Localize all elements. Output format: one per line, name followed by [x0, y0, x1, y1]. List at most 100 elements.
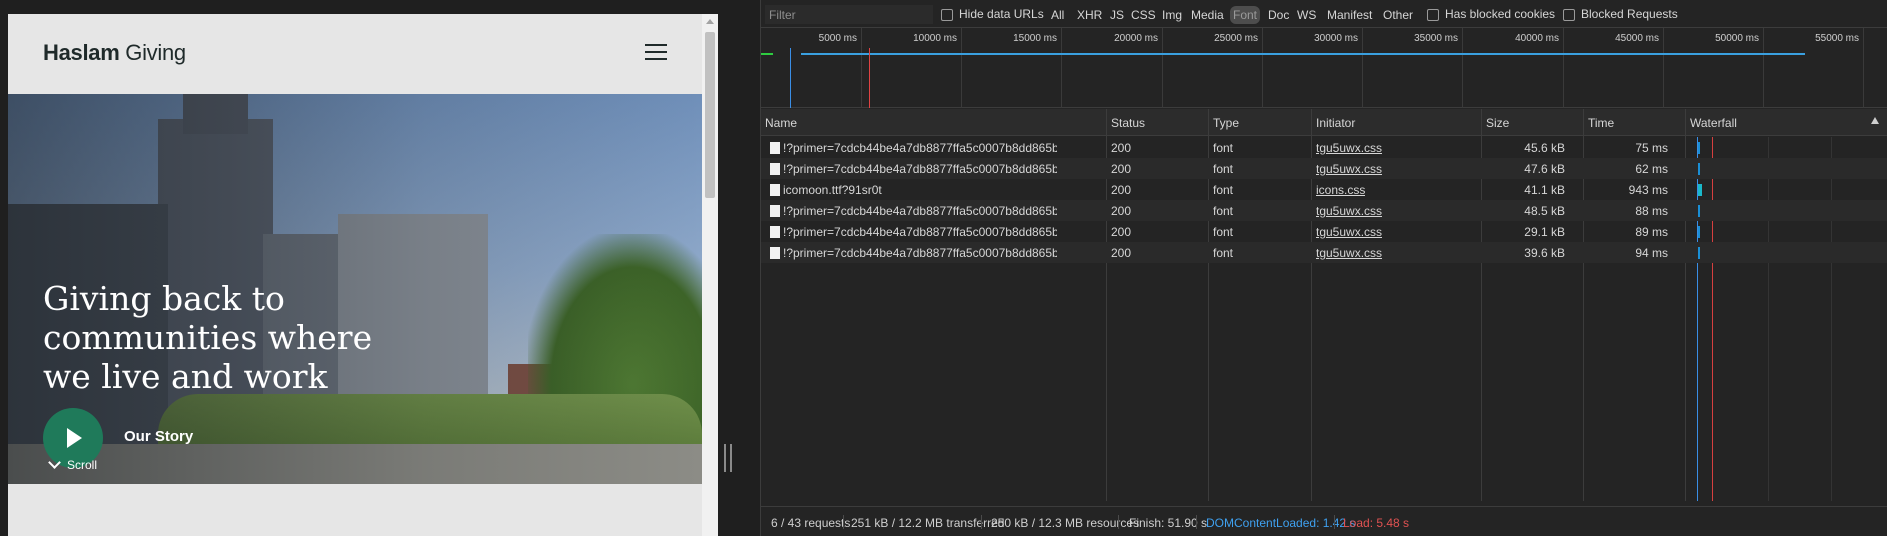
request-name: !?primer=7cdcb44be4a7db8877ffa5c0007b8dd… — [783, 246, 1057, 260]
column-name[interactable]: Name — [765, 116, 797, 130]
request-type: font — [1213, 141, 1234, 155]
filter-input[interactable] — [765, 5, 933, 24]
column-size[interactable]: Size — [1486, 116, 1509, 130]
type-filter-font[interactable]: Font — [1230, 6, 1261, 24]
request-name: !?primer=7cdcb44be4a7db8877ffa5c0007b8dd… — [783, 162, 1057, 176]
timeline-overview[interactable]: 5000 ms 10000 ms 15000 ms 20000 ms 25000… — [761, 28, 1887, 108]
file-icon — [770, 205, 780, 217]
column-waterfall[interactable]: Waterfall — [1690, 116, 1737, 130]
waterfall-bar — [1698, 163, 1700, 175]
type-filter-js[interactable]: JS — [1108, 6, 1126, 24]
overview-tick: 35000 ms — [1414, 33, 1458, 44]
table-row[interactable]: !?primer=7cdcb44be4a7db8877ffa5c0007b8dd… — [761, 137, 1887, 158]
load-time: Load: 5.48 s — [1343, 516, 1410, 530]
column-initiator[interactable]: Initiator — [1316, 116, 1355, 130]
column-time[interactable]: Time — [1588, 116, 1614, 130]
type-filter-media[interactable]: Media — [1189, 6, 1226, 24]
request-status: 200 — [1111, 225, 1132, 239]
request-initiator-link[interactable]: tgu5uwx.css — [1316, 162, 1382, 176]
request-initiator-link[interactable]: tgu5uwx.css — [1316, 141, 1382, 155]
scroll-label: Scroll — [67, 458, 98, 472]
overview-download-bar — [801, 53, 1805, 55]
request-time: 94 ms — [1635, 246, 1668, 260]
request-status: 200 — [1111, 162, 1132, 176]
page-scrollbar[interactable] — [702, 14, 718, 536]
site-logo[interactable]: Haslam Giving — [43, 40, 186, 66]
our-story-link[interactable]: Our Story — [124, 428, 193, 445]
scrollbar-thumb[interactable] — [705, 32, 715, 198]
request-status: 200 — [1111, 141, 1132, 155]
type-filter-other[interactable]: Other — [1381, 6, 1415, 24]
request-type: font — [1213, 204, 1234, 218]
request-size: 29.1 kB — [1524, 225, 1565, 239]
request-time: 88 ms — [1635, 204, 1668, 218]
request-initiator-link[interactable]: tgu5uwx.css — [1316, 246, 1382, 260]
column-type[interactable]: Type — [1213, 116, 1239, 130]
request-time: 943 ms — [1628, 183, 1668, 197]
request-initiator-link[interactable]: icons.css — [1316, 183, 1365, 197]
logo-bold: Haslam — [43, 40, 120, 65]
request-name: icomoon.ttf?91sr0t — [783, 183, 882, 197]
table-row[interactable]: icomoon.ttf?91sr0t 200 font icons.css 41… — [761, 179, 1887, 200]
play-icon — [67, 428, 82, 448]
type-filter-xhr[interactable]: XHR — [1075, 6, 1104, 24]
request-initiator-link[interactable]: tgu5uwx.css — [1316, 204, 1382, 218]
sort-ascending-icon[interactable] — [1871, 117, 1879, 124]
overview-tick: 5000 ms — [818, 33, 857, 44]
file-icon — [770, 142, 780, 154]
request-time: 75 ms — [1635, 141, 1668, 155]
request-status: 200 — [1111, 246, 1132, 260]
hamburger-menu-icon[interactable] — [645, 44, 667, 62]
overview-tick: 50000 ms — [1715, 33, 1759, 44]
waterfall-bar — [1698, 205, 1700, 217]
hide-data-urls-checkbox[interactable]: Hide data URLs — [941, 7, 1044, 21]
viewport-resize-handle[interactable] — [724, 444, 732, 472]
request-type: font — [1213, 225, 1234, 239]
blocked-requests-checkbox[interactable]: Blocked Requests — [1563, 7, 1678, 21]
request-initiator-link[interactable]: tgu5uwx.css — [1316, 225, 1382, 239]
overview-domcontentloaded-marker — [790, 48, 791, 108]
table-row[interactable]: !?primer=7cdcb44be4a7db8877ffa5c0007b8dd… — [761, 221, 1887, 242]
request-name: !?primer=7cdcb44be4a7db8877ffa5c0007b8dd… — [783, 204, 1057, 218]
request-size: 45.6 kB — [1524, 141, 1565, 155]
table-row[interactable]: !?primer=7cdcb44be4a7db8877ffa5c0007b8dd… — [761, 242, 1887, 263]
waterfall-bar — [1698, 226, 1700, 238]
request-type: font — [1213, 183, 1234, 197]
column-status[interactable]: Status — [1111, 116, 1145, 130]
file-icon — [770, 247, 780, 259]
overview-tick: 55000 ms — [1815, 33, 1859, 44]
overview-waiting-bar — [761, 53, 773, 55]
requests-table-header: Name Status Type Initiator Size Time Wat… — [761, 109, 1887, 136]
table-row[interactable]: !?primer=7cdcb44be4a7db8877ffa5c0007b8dd… — [761, 158, 1887, 179]
overview-load-marker — [869, 48, 870, 108]
request-name: !?primer=7cdcb44be4a7db8877ffa5c0007b8dd… — [783, 225, 1057, 239]
file-icon — [770, 226, 780, 238]
request-time: 89 ms — [1635, 225, 1668, 239]
type-filter-css[interactable]: CSS — [1129, 6, 1158, 24]
scroll-down-link[interactable]: Scroll — [48, 456, 98, 472]
resources-size: 250 kB / 12.3 MB resources — [991, 516, 1140, 530]
type-filter-ws[interactable]: WS — [1295, 6, 1318, 24]
type-filter-manifest[interactable]: Manifest — [1325, 6, 1374, 24]
has-blocked-cookies-checkbox[interactable]: Has blocked cookies — [1427, 7, 1555, 21]
overview-tick: 45000 ms — [1615, 33, 1659, 44]
request-count: 6 / 43 requests — [771, 516, 851, 530]
logo-light: Giving — [125, 40, 186, 65]
hero-section: Giving back to communities where we live… — [8, 94, 702, 484]
site-header: Haslam Giving — [8, 14, 702, 94]
type-filter-all[interactable]: All — [1049, 6, 1066, 24]
table-row[interactable]: !?primer=7cdcb44be4a7db8877ffa5c0007b8dd… — [761, 200, 1887, 221]
type-filter-img[interactable]: Img — [1160, 6, 1184, 24]
website-page: Haslam Giving Giving back to communities… — [8, 14, 702, 536]
request-size: 47.6 kB — [1524, 162, 1565, 176]
device-viewport: Haslam Giving Giving back to communities… — [0, 0, 760, 536]
request-name: !?primer=7cdcb44be4a7db8877ffa5c0007b8dd… — [783, 141, 1057, 155]
waterfall-bar — [1698, 184, 1702, 196]
requests-table-body: !?primer=7cdcb44be4a7db8877ffa5c0007b8dd… — [761, 137, 1887, 263]
overview-tick: 10000 ms — [913, 33, 957, 44]
request-status: 200 — [1111, 183, 1132, 197]
devtools-network-panel: Hide data URLs All XHR JS CSS Img Media … — [760, 0, 1887, 536]
network-filter-bar: Hide data URLs All XHR JS CSS Img Media … — [761, 0, 1887, 28]
scroll-up-arrow-icon[interactable] — [706, 19, 714, 24]
type-filter-doc[interactable]: Doc — [1266, 6, 1291, 24]
